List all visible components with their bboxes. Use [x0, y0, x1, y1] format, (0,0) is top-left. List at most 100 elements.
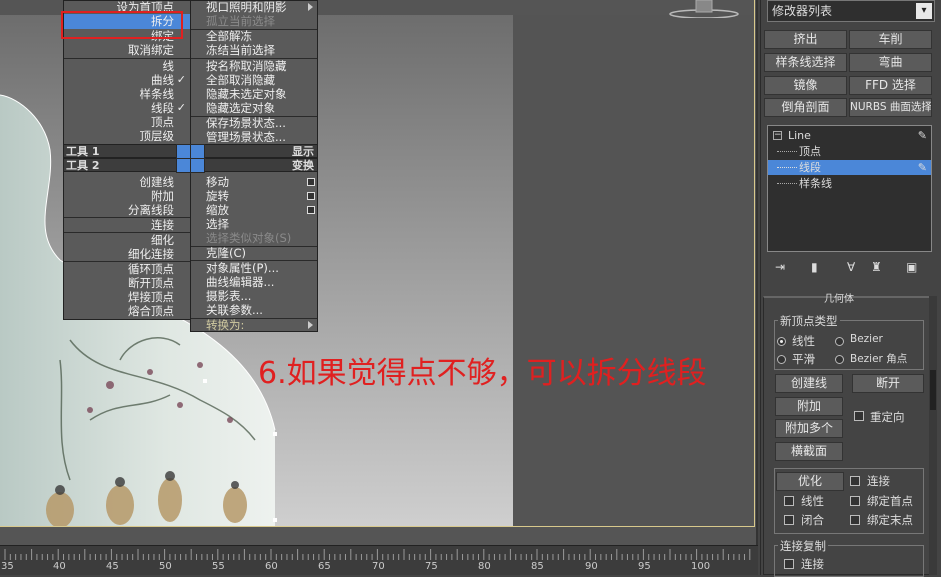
reorient-checkbox[interactable]	[854, 411, 864, 421]
timeline-ruler[interactable]: 35 40 45 50 55 60 65 70 75 80 85 90 95 1…	[0, 545, 758, 575]
attach-button[interactable]: 附加	[775, 397, 843, 416]
menu-item-unbind[interactable]: 取消绑定	[128, 43, 174, 57]
quad-menu-left: 设为首顶点 拆分 绑定 取消绑定 线 曲线 ✓ 样条线 线段 ✓ 顶点 顶层级 …	[63, 0, 191, 320]
closed-checkbox[interactable]	[784, 515, 794, 525]
tick-label: 75	[425, 561, 438, 572]
menu-item-viewport-lighting[interactable]: 视口照明和阴影	[206, 0, 287, 14]
break-button[interactable]: 断开	[852, 374, 924, 393]
radio-linear[interactable]	[777, 337, 786, 346]
menu-item-unhide-all[interactable]: 全部取消隐藏	[206, 73, 275, 87]
menu-item-select-similar: 选择类似对象(S)	[206, 231, 292, 245]
settings-box-icon[interactable]	[307, 206, 315, 214]
rollout-title[interactable]: 几何体	[824, 290, 854, 305]
tick-label: 90	[585, 561, 598, 572]
reorient-label: 重定向	[870, 410, 905, 424]
menu-item-hide-selection[interactable]: 隐藏选定对象	[206, 101, 275, 115]
menu-item-curve[interactable]: 曲线	[151, 73, 174, 87]
bend-button[interactable]: 弯曲	[849, 53, 932, 72]
attach-multiple-button[interactable]: 附加多个	[775, 419, 843, 438]
menu-item-detach-segment[interactable]: 分离线段	[128, 203, 174, 217]
menu-item-refine-connect[interactable]: 细化连接	[128, 247, 174, 261]
modifier-list-label: 修改器列表	[772, 4, 833, 18]
menu-item-break-vertices[interactable]: 断开顶点	[128, 276, 174, 290]
stack-item-spline[interactable]: 样条线	[768, 176, 931, 191]
show-end-result-icon[interactable]: ▮	[811, 260, 818, 274]
menu-item-clone[interactable]: 克隆(C)	[206, 246, 246, 260]
menu-item-create-line[interactable]: 创建线	[140, 175, 175, 189]
menu-item-weld-vertices[interactable]: 焊接顶点	[128, 290, 174, 304]
stack-item-segment[interactable]: 线段 ✎	[768, 160, 931, 175]
configure-sets-icon[interactable]: ▣	[906, 260, 917, 274]
make-unique-icon[interactable]: ∀	[847, 260, 855, 274]
tick-label: 85	[531, 561, 544, 572]
stack-spline-label: 样条线	[799, 177, 832, 190]
menu-item-freeze-selection[interactable]: 冻结当前选择	[206, 43, 275, 57]
bind-first-checkbox[interactable]	[850, 496, 860, 506]
modifier-list-dropdown[interactable]: 修改器列表 ▾	[767, 0, 935, 22]
menu-item-unfreeze-all[interactable]: 全部解冻	[206, 29, 252, 43]
menu-item-move[interactable]: 移动	[206, 175, 229, 189]
collapse-icon[interactable]: −	[773, 131, 782, 140]
menu-item-attach[interactable]: 附加	[151, 189, 174, 203]
stack-toolbar: ⇥ ▮ ∀ ♜ ▣	[771, 258, 931, 278]
menu-item-manage-scene-states[interactable]: 管理场景状态...	[206, 130, 286, 144]
menu-item-unhide-by-name[interactable]: 按名称取消隐藏	[206, 59, 287, 73]
menu-item-save-scene-state[interactable]: 保存场景状态...	[206, 116, 286, 130]
panel-scrollbar[interactable]	[929, 296, 937, 575]
refine-button[interactable]: 优化	[776, 472, 844, 491]
connect-copy-checkbox[interactable]	[784, 559, 794, 569]
lathe-button[interactable]: 车削	[849, 30, 932, 49]
chevron-down-icon[interactable]: ▾	[916, 3, 932, 19]
radio-bezier[interactable]	[835, 337, 844, 346]
menu-item-line[interactable]: 线	[163, 59, 175, 73]
menu-item-wire-parameters[interactable]: 关联参数...	[206, 303, 263, 317]
menu-item-curve-editor[interactable]: 曲线编辑器...	[206, 275, 274, 289]
menu-item-refine[interactable]: 细化	[151, 233, 174, 247]
menu-item-select[interactable]: 选择	[206, 217, 229, 231]
menu-item-hide-unselected[interactable]: 隐藏未选定对象	[206, 87, 287, 101]
bevel-profile-button[interactable]: 倒角剖面	[764, 98, 847, 117]
settings-box-icon[interactable]	[307, 192, 315, 200]
menu-item-isolate-selection: 孤立当前选择	[206, 14, 275, 28]
nurbs-surface-select-button[interactable]: NURBS 曲面选择	[849, 98, 932, 117]
panel-scroll-thumb[interactable]	[930, 370, 936, 410]
check-icon: ✓	[176, 101, 186, 114]
spline-select-button[interactable]: 样条线选择	[764, 53, 847, 72]
tick-label: 80	[478, 561, 491, 572]
menu-item-object-properties[interactable]: 对象属性(P)...	[206, 261, 279, 275]
mirror-button[interactable]: 镜像	[764, 76, 847, 95]
menu-item-dope-sheet[interactable]: 摄影表...	[206, 289, 251, 303]
submenu-arrow-icon	[308, 321, 313, 329]
ffd-select-button[interactable]: FFD 选择	[849, 76, 932, 95]
radio-smooth[interactable]	[777, 355, 786, 364]
menu-item-fuse-vertices[interactable]: 熔合顶点	[128, 304, 174, 318]
menu-item-top-level[interactable]: 顶层级	[140, 129, 175, 143]
menu-item-scale[interactable]: 缩放	[206, 203, 229, 217]
remove-modifier-icon[interactable]: ♜	[871, 260, 882, 274]
menu-item-connect[interactable]: 连接	[151, 218, 174, 232]
linear-checkbox[interactable]	[784, 496, 794, 506]
viewcube-icon[interactable]	[668, 0, 740, 18]
extrude-button[interactable]: 挤出	[764, 30, 847, 49]
stack-item-line[interactable]: − Line ✎	[768, 128, 931, 143]
modifier-stack[interactable]: − Line ✎ 顶点 线段 ✎ 样条线	[767, 125, 932, 252]
create-line-button[interactable]: 创建线	[775, 374, 843, 393]
tick-label: 65	[318, 561, 331, 572]
cross-section-button[interactable]: 横截面	[775, 442, 843, 461]
connect-checkbox[interactable]	[850, 476, 860, 486]
menu-item-rotate[interactable]: 旋转	[206, 189, 229, 203]
stack-item-vertex[interactable]: 顶点	[768, 144, 931, 159]
tick-label: 95	[638, 561, 651, 572]
radio-bezier-corner[interactable]	[835, 355, 844, 364]
menu-item-vertex[interactable]: 顶点	[151, 115, 174, 129]
menu-item-convert-to[interactable]: 转换为:	[206, 318, 244, 332]
quad-header-display: 显示	[191, 144, 317, 158]
menu-item-spline[interactable]: 样条线	[140, 87, 175, 101]
settings-box-icon[interactable]	[307, 178, 315, 186]
menu-item-segment[interactable]: 线段	[151, 101, 174, 115]
menu-item-cycle-vertices[interactable]: 循环顶点	[128, 262, 174, 276]
bind-last-checkbox[interactable]	[850, 515, 860, 525]
pen-icon: ✎	[917, 161, 927, 174]
pin-stack-icon[interactable]: ⇥	[775, 260, 785, 274]
quad-center-icon[interactable]	[176, 144, 206, 174]
